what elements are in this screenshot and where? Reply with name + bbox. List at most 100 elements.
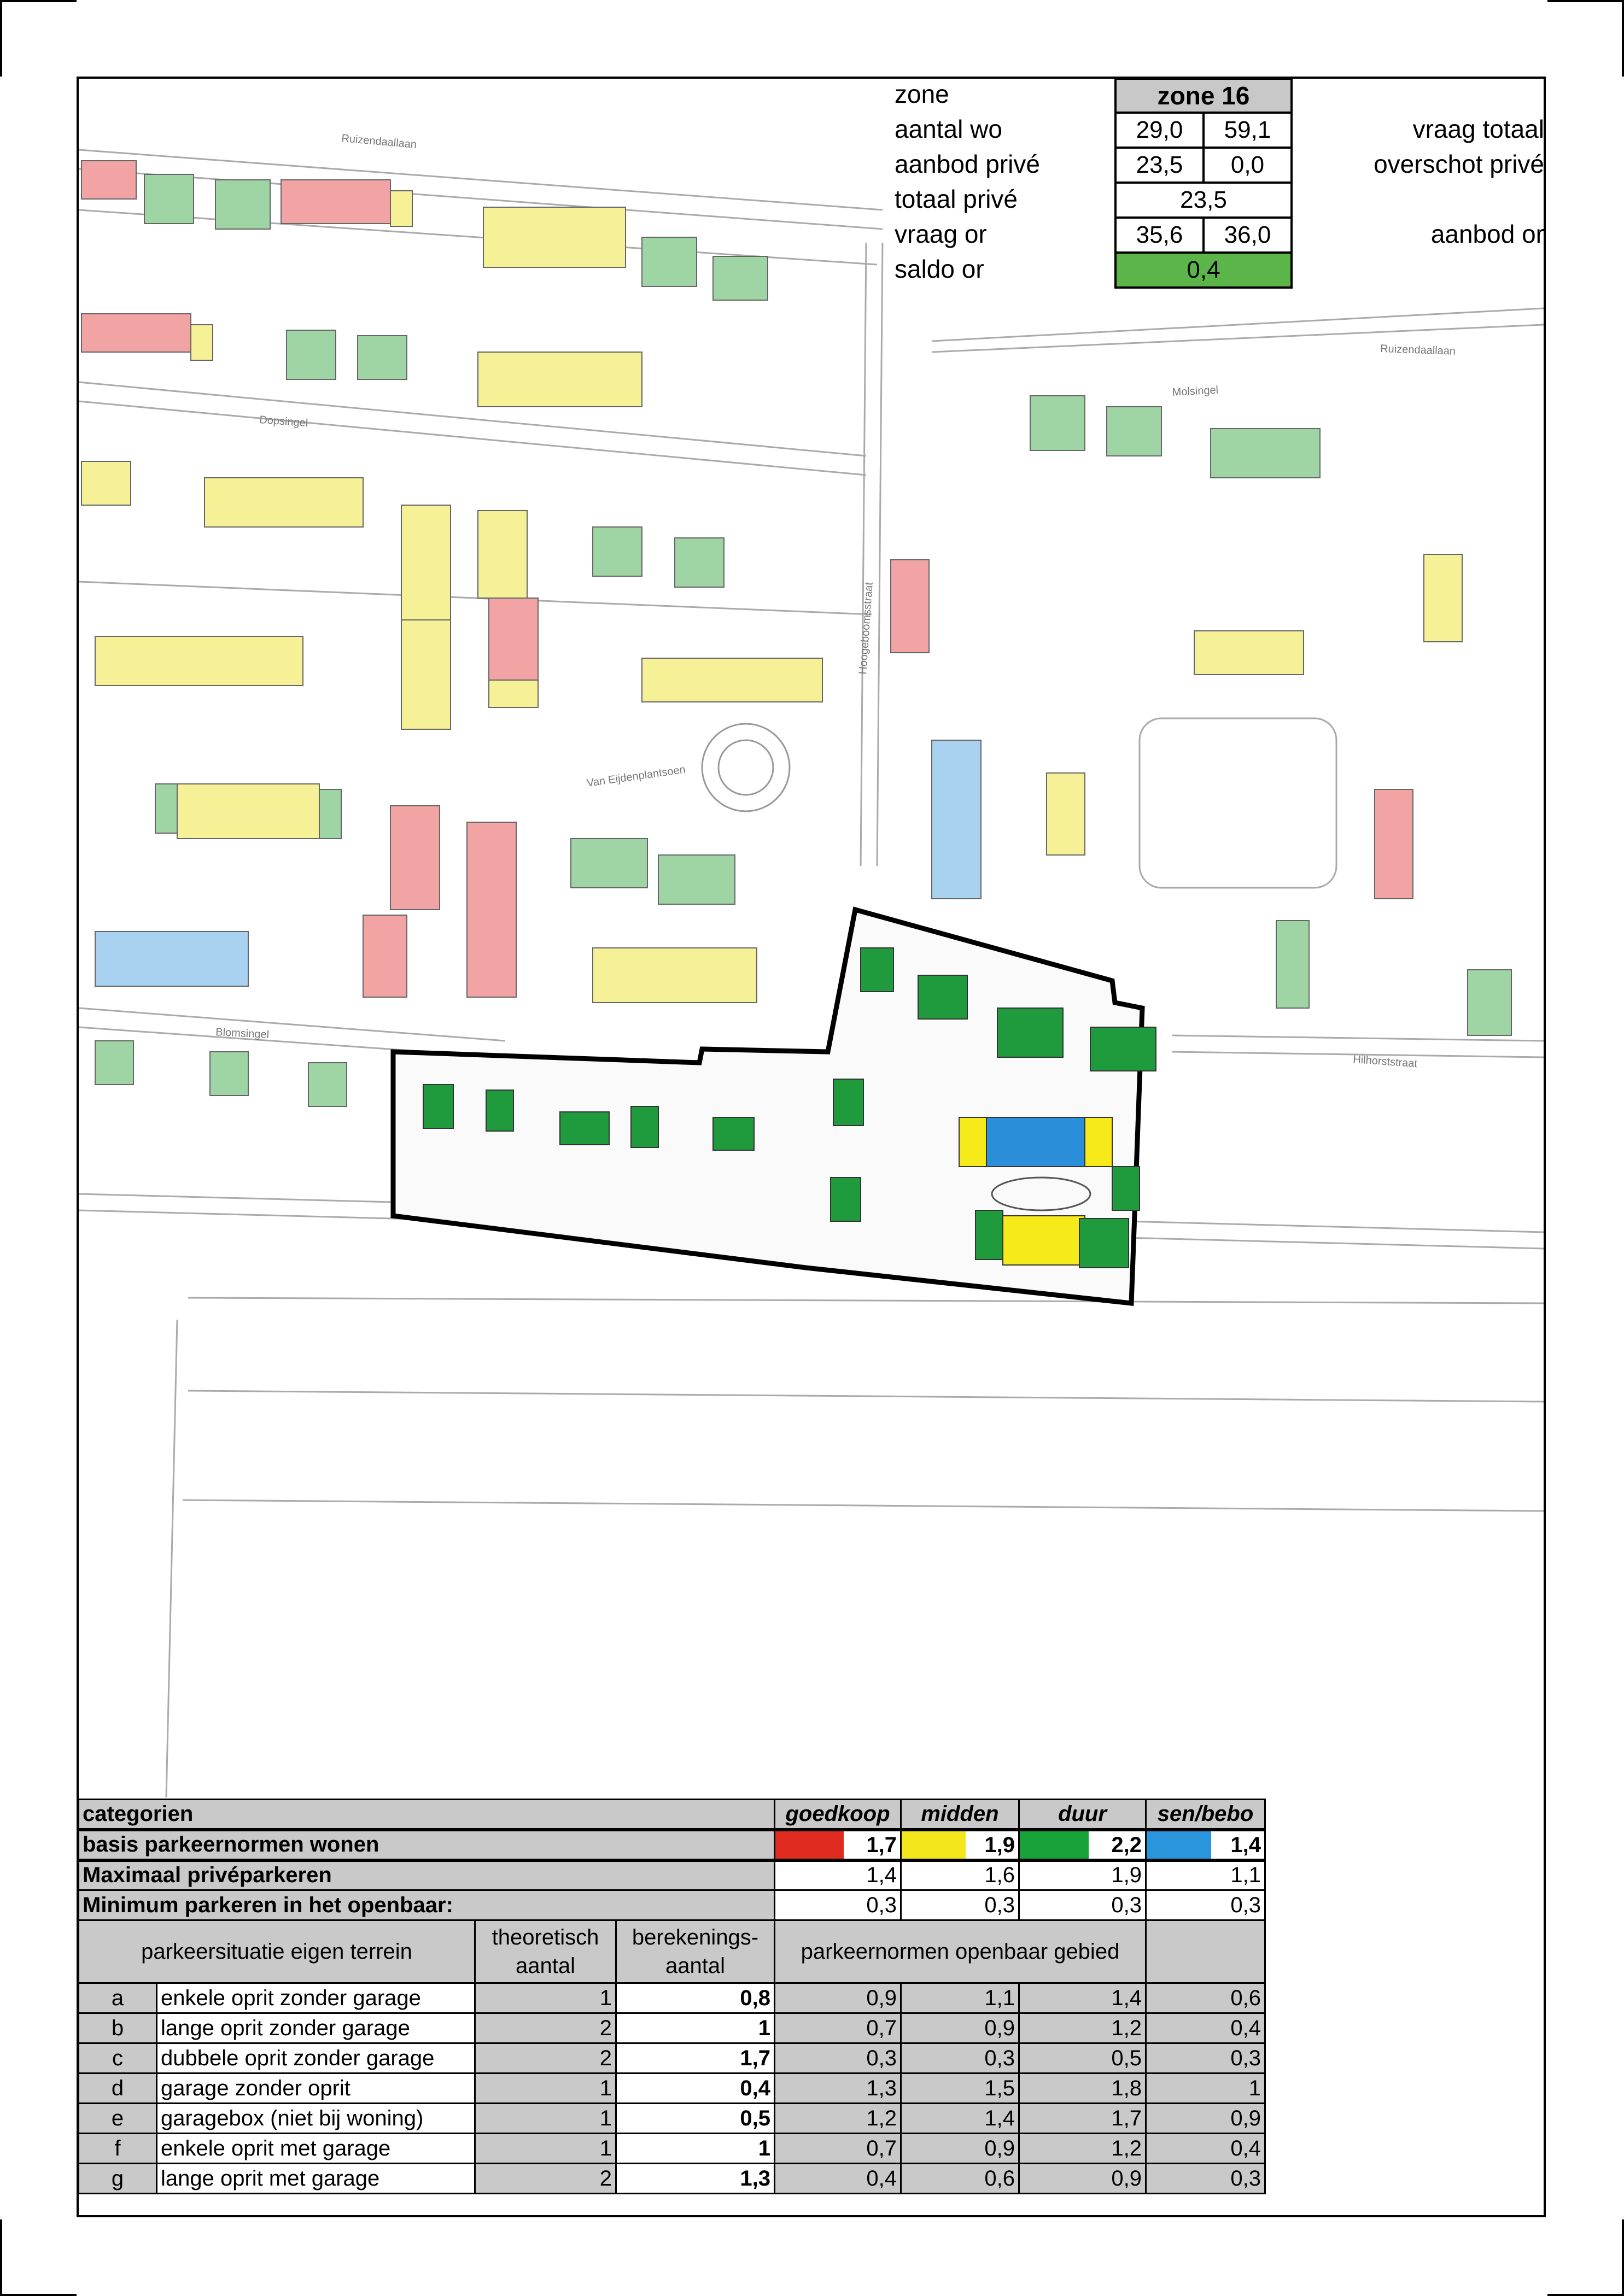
row-norm-duur: 1,7 xyxy=(1018,2102,1147,2134)
color-swatch xyxy=(776,1832,844,1857)
empty-header xyxy=(1145,1919,1266,1984)
row-code: d xyxy=(78,2072,157,2104)
row-norm-duur: 0,9 xyxy=(1018,2163,1147,2194)
min-value: 0,3 xyxy=(774,1889,902,1921)
row-label: enkele oprit met garage xyxy=(156,2133,476,2164)
row-berekening: 1 xyxy=(615,2133,775,2164)
table-row: d garage zonder oprit 1 0,4 1,3 1,5 1,8 1 xyxy=(78,2072,1266,2104)
row-norm-goedkoop: 1,2 xyxy=(774,2102,902,2134)
saldo-or-value: 0,4 xyxy=(1114,251,1293,289)
vraag-totaal-label: vraag totaal xyxy=(1412,115,1544,143)
vraag-or-value: 35,6 xyxy=(1114,216,1205,254)
row-label: enkele oprit zonder garage xyxy=(156,1982,476,2014)
row-norm-sen-bebo: 0,3 xyxy=(1145,2042,1266,2074)
row-norm-midden: 0,9 xyxy=(900,2012,1020,2044)
aantal-wo-value: 29,0 xyxy=(1114,112,1205,149)
row-norm-midden: 1,1 xyxy=(900,1982,1020,2014)
crop-mark xyxy=(1547,2294,1624,2296)
normen-header: parkeernormen openbaar gebied xyxy=(774,1919,1147,1984)
saldo-or-label: saldo or xyxy=(895,255,984,283)
row-norm-midden: 0,9 xyxy=(900,2133,1020,2164)
crop-mark xyxy=(0,2294,77,2296)
row-code: b xyxy=(78,2012,157,2044)
row-norm-midden: 1,4 xyxy=(900,2102,1020,2134)
berekening-header: berekenings- aantal xyxy=(615,1919,775,1984)
row-code: f xyxy=(78,2133,157,2164)
theoretisch-header: theoretisch aantal xyxy=(474,1919,617,1984)
zone-table: zone 16 29,0 59,1 23,5 0,0 23,5 35,6 36,0 0… xyxy=(1114,78,1293,289)
row-norm-goedkoop: 0,3 xyxy=(774,2042,902,2074)
basis-duur: 2,2 xyxy=(1018,1828,1147,1862)
row-theoretisch: 2 xyxy=(474,2012,617,2044)
row-norm-goedkoop: 0,7 xyxy=(774,2133,902,2164)
row-norm-sen-bebo: 0,6 xyxy=(1145,1982,1266,2014)
col-duur: duur xyxy=(1018,1799,1147,1830)
basis-midden: 1,9 xyxy=(900,1828,1020,1862)
row-norm-sen-bebo: 0,9 xyxy=(1145,2102,1266,2134)
row-theoretisch: 1 xyxy=(474,2102,617,2134)
row-norm-midden: 0,3 xyxy=(900,2042,1020,2074)
table-row: e garagebox (niet bij woning) 1 0,5 1,2 1,4 1,… xyxy=(78,2102,1266,2134)
table-row: a enkele oprit zonder garage 1 0,8 0,9 1,1 1,4… xyxy=(78,1982,1266,2014)
row-norm-duur: 0,5 xyxy=(1018,2042,1147,2074)
row-theoretisch: 1 xyxy=(474,2133,617,2164)
aanbod-prive-value: 23,5 xyxy=(1114,147,1205,184)
situatie-header: parkeersituatie eigen terrein xyxy=(78,1919,476,1984)
overschot-prive-label: overschot privé xyxy=(1374,150,1544,178)
zone-label: zone xyxy=(895,80,949,108)
row-label: lange oprit zonder garage xyxy=(156,2012,476,2044)
aanbod-or-label: aanbod or xyxy=(1430,220,1544,248)
max-label: Maximaal privéparkeren xyxy=(78,1859,775,1891)
row-norm-duur: 1,8 xyxy=(1018,2072,1147,2104)
row-label: dubbele oprit zonder garage xyxy=(156,2042,476,2074)
max-value: 1,9 xyxy=(1018,1859,1147,1891)
situatie-rows: a enkele oprit zonder garage 1 0,8 0,9 1,1 1,4… xyxy=(78,1982,1266,2194)
row-norm-goedkoop: 0,4 xyxy=(774,2163,902,2194)
categories-header: categorien xyxy=(78,1799,775,1830)
table-row: c dubbele oprit zonder garage 2 1,7 0,3 0,3 0,… xyxy=(78,2042,1266,2074)
row-berekening: 1 xyxy=(615,2012,775,2044)
table-row: g lange oprit met garage 2 1,3 0,4 0,6 0,9 0,3 xyxy=(78,2163,1266,2194)
row-norm-sen-bebo: 0,4 xyxy=(1145,2012,1266,2044)
max-value: 1,1 xyxy=(1145,1859,1266,1891)
row-norm-midden: 0,6 xyxy=(900,2163,1020,2194)
col-sen-bebo: sen/bebo xyxy=(1145,1799,1266,1830)
basis-value: 1,9 xyxy=(966,1832,1018,1857)
color-swatch xyxy=(1020,1832,1089,1857)
row-code: g xyxy=(78,2163,157,2194)
parking-norms-table: categorien goedkoop midden duur sen/bebo… xyxy=(78,1799,1266,2194)
table-row: f enkele oprit met garage 1 1 0,7 0,9 1,2 0,4 xyxy=(78,2133,1266,2164)
min-label: Minimum parkeren in het openbaar: xyxy=(78,1889,775,1921)
row-norm-goedkoop: 0,7 xyxy=(774,2012,902,2044)
min-value: 0,3 xyxy=(1018,1889,1147,1921)
row-norm-duur: 1,2 xyxy=(1018,2012,1147,2044)
basis-value: 1,4 xyxy=(1211,1832,1264,1857)
row-norm-sen-bebo: 1 xyxy=(1145,2072,1266,2104)
row-theoretisch: 1 xyxy=(474,1982,617,2014)
table-row: b lange oprit zonder garage 2 1 0,7 0,9 1,2 0,4 xyxy=(78,2012,1266,2044)
aanbod-or-value: 36,0 xyxy=(1202,216,1293,254)
row-norm-goedkoop: 1,3 xyxy=(774,2072,902,2104)
color-swatch xyxy=(902,1832,966,1857)
row-norm-sen-bebo: 0,3 xyxy=(1145,2163,1266,2194)
basis-sen-bebo: 1,4 xyxy=(1145,1828,1266,1862)
min-value: 0,3 xyxy=(1145,1889,1266,1921)
row-theoretisch: 1 xyxy=(474,2072,617,2104)
crop-mark xyxy=(0,2219,2,2296)
totaal-prive-label: totaal privé xyxy=(895,185,1018,213)
row-label: lange oprit met garage xyxy=(156,2163,476,2194)
crop-mark xyxy=(0,0,77,2)
row-norm-duur: 1,4 xyxy=(1018,1982,1147,2014)
max-value: 1,4 xyxy=(774,1859,902,1891)
crop-mark xyxy=(1622,2219,1624,2296)
aantal-wo-label: aantal wo xyxy=(895,115,1002,143)
row-norm-midden: 1,5 xyxy=(900,2072,1020,2104)
row-berekening: 1,7 xyxy=(615,2042,775,2074)
min-value: 0,3 xyxy=(900,1889,1020,1921)
vraag-totaal-value: 59,1 xyxy=(1202,112,1293,149)
row-norm-duur: 1,2 xyxy=(1018,2133,1147,2164)
totaal-prive-value: 23,5 xyxy=(1114,181,1293,219)
row-code: c xyxy=(78,2042,157,2074)
row-norm-sen-bebo: 0,4 xyxy=(1145,2133,1266,2164)
col-goedkoop: goedkoop xyxy=(774,1799,902,1830)
